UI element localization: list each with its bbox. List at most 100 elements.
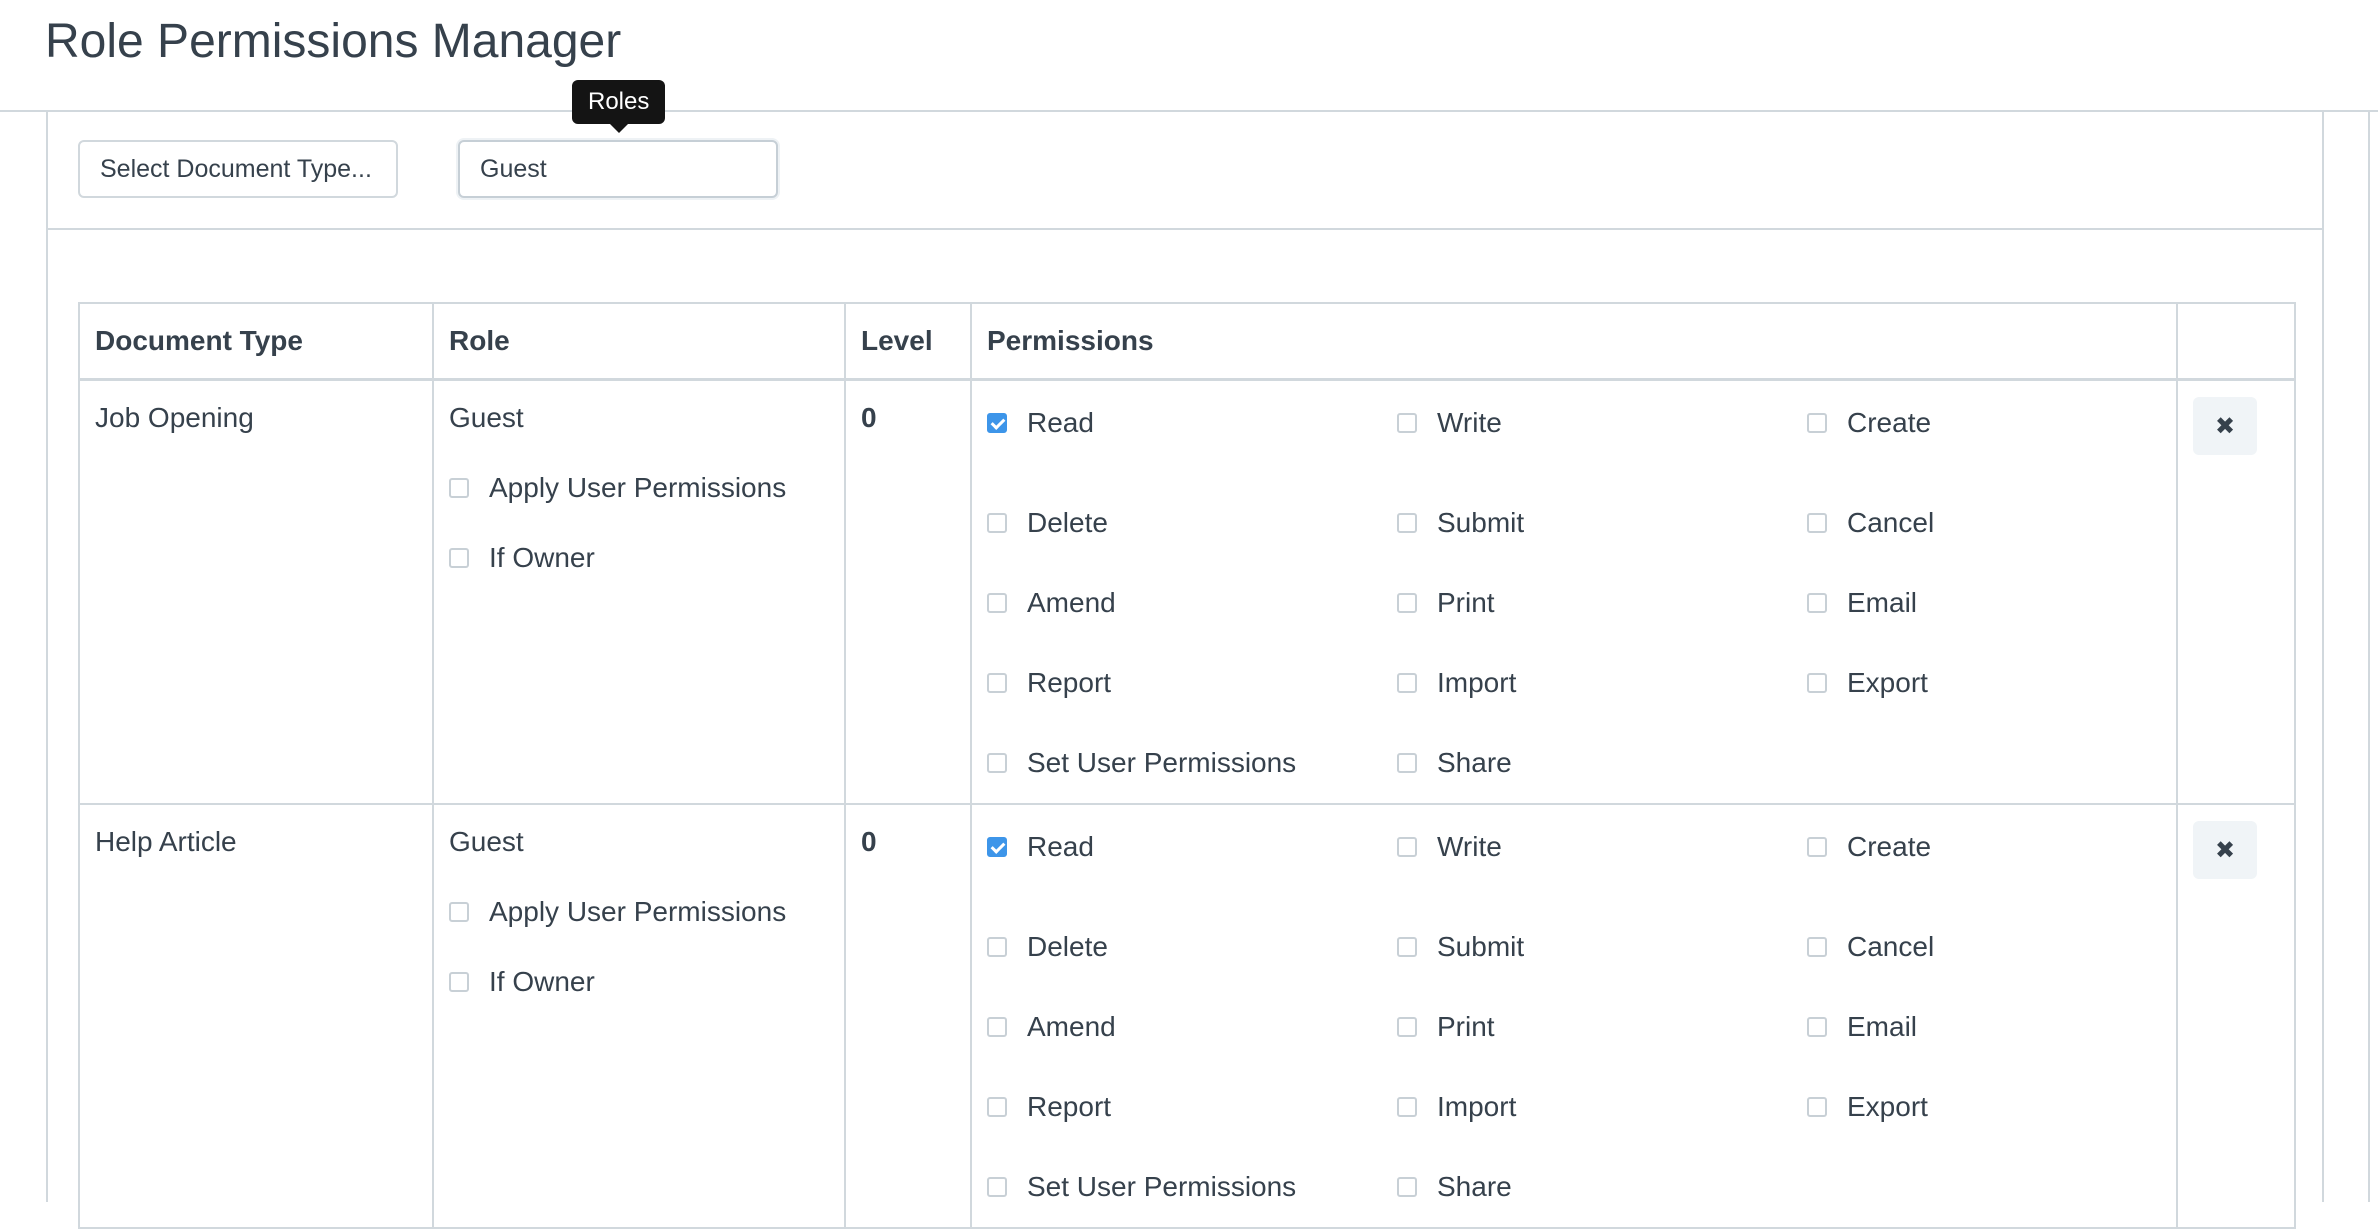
checkbox[interactable] <box>987 1097 1007 1117</box>
col-level: Level <box>844 302 972 381</box>
checkbox[interactable] <box>1397 1017 1417 1037</box>
checkbox[interactable] <box>1397 937 1417 957</box>
checkbox[interactable] <box>987 513 1007 533</box>
checkbox[interactable] <box>987 673 1007 693</box>
permission-set-user-permissions[interactable]: Set User Permissions <box>987 1147 1397 1227</box>
permission-write[interactable]: Write <box>1397 383 1807 463</box>
table-row: Help Article Guest Apply User Permission… <box>78 803 2296 1229</box>
permission-share[interactable]: Share <box>1397 723 1807 803</box>
permission-import[interactable]: Import <box>1397 1067 1807 1147</box>
permission-label: Report <box>1027 667 1112 698</box>
permission-set-user-permissions[interactable]: Set User Permissions <box>987 723 1397 803</box>
role-input[interactable] <box>458 140 778 198</box>
checkbox[interactable] <box>449 548 469 568</box>
role-name: Guest <box>449 402 524 433</box>
permission-label: Delete <box>1027 931 1108 962</box>
checkbox[interactable] <box>1807 937 1827 957</box>
page-title: Role Permissions Manager <box>45 15 622 68</box>
permission-report[interactable]: Report <box>987 1067 1397 1147</box>
permission-import[interactable]: Import <box>1397 643 1807 723</box>
checkbox[interactable] <box>987 1177 1007 1197</box>
permission-label: Create <box>1847 831 1932 862</box>
if-owner-option[interactable]: If Owner <box>449 541 829 575</box>
permission-share[interactable]: Share <box>1397 1147 1807 1227</box>
col-permissions: Permissions <box>970 302 2178 381</box>
permissions-cell: Read Write Create Delete Submit Cancel A… <box>970 803 2178 1229</box>
doctype-select[interactable]: Select Document Type... <box>78 140 398 198</box>
checkbox[interactable] <box>1807 1017 1827 1037</box>
apply-user-permissions-option[interactable]: Apply User Permissions <box>449 471 829 505</box>
permission-print[interactable]: Print <box>1397 987 1807 1067</box>
permission-report[interactable]: Report <box>987 643 1397 723</box>
checkbox[interactable] <box>1807 673 1827 693</box>
checkbox[interactable] <box>1397 837 1417 857</box>
permission-label: Share <box>1437 1171 1512 1202</box>
permission-label: Read <box>1027 831 1094 862</box>
permission-read[interactable]: Read <box>987 383 1397 463</box>
checkbox[interactable] <box>987 593 1007 613</box>
checkbox[interactable] <box>1397 753 1417 773</box>
permissions-grid: Read Write Create Delete Submit Cancel A… <box>987 403 2161 803</box>
role-name: Guest <box>449 826 524 857</box>
checkbox[interactable] <box>1397 413 1417 433</box>
permission-print[interactable]: Print <box>1397 563 1807 643</box>
doctype-name: Job Opening <box>95 402 254 433</box>
permission-label: Share <box>1437 747 1512 778</box>
close-icon: ✖ <box>2214 836 2236 864</box>
permission-read[interactable]: Read <box>987 807 1397 887</box>
permission-label: Email <box>1847 587 1918 618</box>
checkbox[interactable] <box>987 837 1007 857</box>
apply-user-permissions-label: Apply User Permissions <box>489 896 787 927</box>
checkbox[interactable] <box>1397 1177 1417 1197</box>
permissions-table: Document Type Role Level Permissions Job… <box>78 302 2296 1229</box>
checkbox[interactable] <box>987 937 1007 957</box>
permission-submit[interactable]: Submit <box>1397 483 1807 563</box>
permission-submit[interactable]: Submit <box>1397 907 1807 987</box>
permission-create[interactable]: Create <box>1807 383 2217 463</box>
permission-export[interactable]: Export <box>1807 1067 2217 1147</box>
checkbox[interactable] <box>1397 593 1417 613</box>
apply-user-permissions-option[interactable]: Apply User Permissions <box>449 895 829 929</box>
checkbox[interactable] <box>1807 593 1827 613</box>
permission-label: Set User Permissions <box>1027 1171 1297 1202</box>
if-owner-option[interactable]: If Owner <box>449 965 829 999</box>
level-cell: 0 <box>844 378 972 805</box>
checkbox[interactable] <box>1807 837 1827 857</box>
level-value: 0 <box>861 402 877 433</box>
level-cell: 0 <box>844 803 972 1229</box>
permission-write[interactable]: Write <box>1397 807 1807 887</box>
permission-label: Print <box>1437 587 1495 618</box>
permission-email[interactable]: Email <box>1807 987 2217 1067</box>
checkbox[interactable] <box>987 753 1007 773</box>
permissions-grid: Read Write Create Delete Submit Cancel A… <box>987 827 2161 1227</box>
permission-amend[interactable]: Amend <box>987 563 1397 643</box>
permission-label: Email <box>1847 1011 1918 1042</box>
permission-delete[interactable]: Delete <box>987 907 1397 987</box>
checkbox[interactable] <box>449 478 469 498</box>
permission-label: Import <box>1437 667 1517 698</box>
checkbox[interactable] <box>1807 513 1827 533</box>
permission-label: Report <box>1027 1091 1112 1122</box>
page-header: Role Permissions Manager <box>0 0 2378 112</box>
checkbox[interactable] <box>1397 673 1417 693</box>
permission-label: Export <box>1847 1091 1928 1122</box>
permission-label: Amend <box>1027 587 1116 618</box>
permission-delete[interactable]: Delete <box>987 483 1397 563</box>
checkbox[interactable] <box>1397 1097 1417 1117</box>
permission-email[interactable]: Email <box>1807 563 2217 643</box>
checkbox[interactable] <box>987 1017 1007 1037</box>
permission-cancel[interactable]: Cancel <box>1807 483 2217 563</box>
checkbox[interactable] <box>1397 513 1417 533</box>
checkbox[interactable] <box>449 902 469 922</box>
level-value: 0 <box>861 826 877 857</box>
checkbox[interactable] <box>1807 413 1827 433</box>
checkbox[interactable] <box>987 413 1007 433</box>
checkbox[interactable] <box>1807 1097 1827 1117</box>
permission-amend[interactable]: Amend <box>987 987 1397 1067</box>
permission-cancel[interactable]: Cancel <box>1807 907 2217 987</box>
doctype-cell: Job Opening <box>78 378 434 805</box>
checkbox[interactable] <box>449 972 469 992</box>
permission-create[interactable]: Create <box>1807 807 2217 887</box>
permissions-cell: Read Write Create Delete Submit Cancel A… <box>970 378 2178 805</box>
permission-export[interactable]: Export <box>1807 643 2217 723</box>
